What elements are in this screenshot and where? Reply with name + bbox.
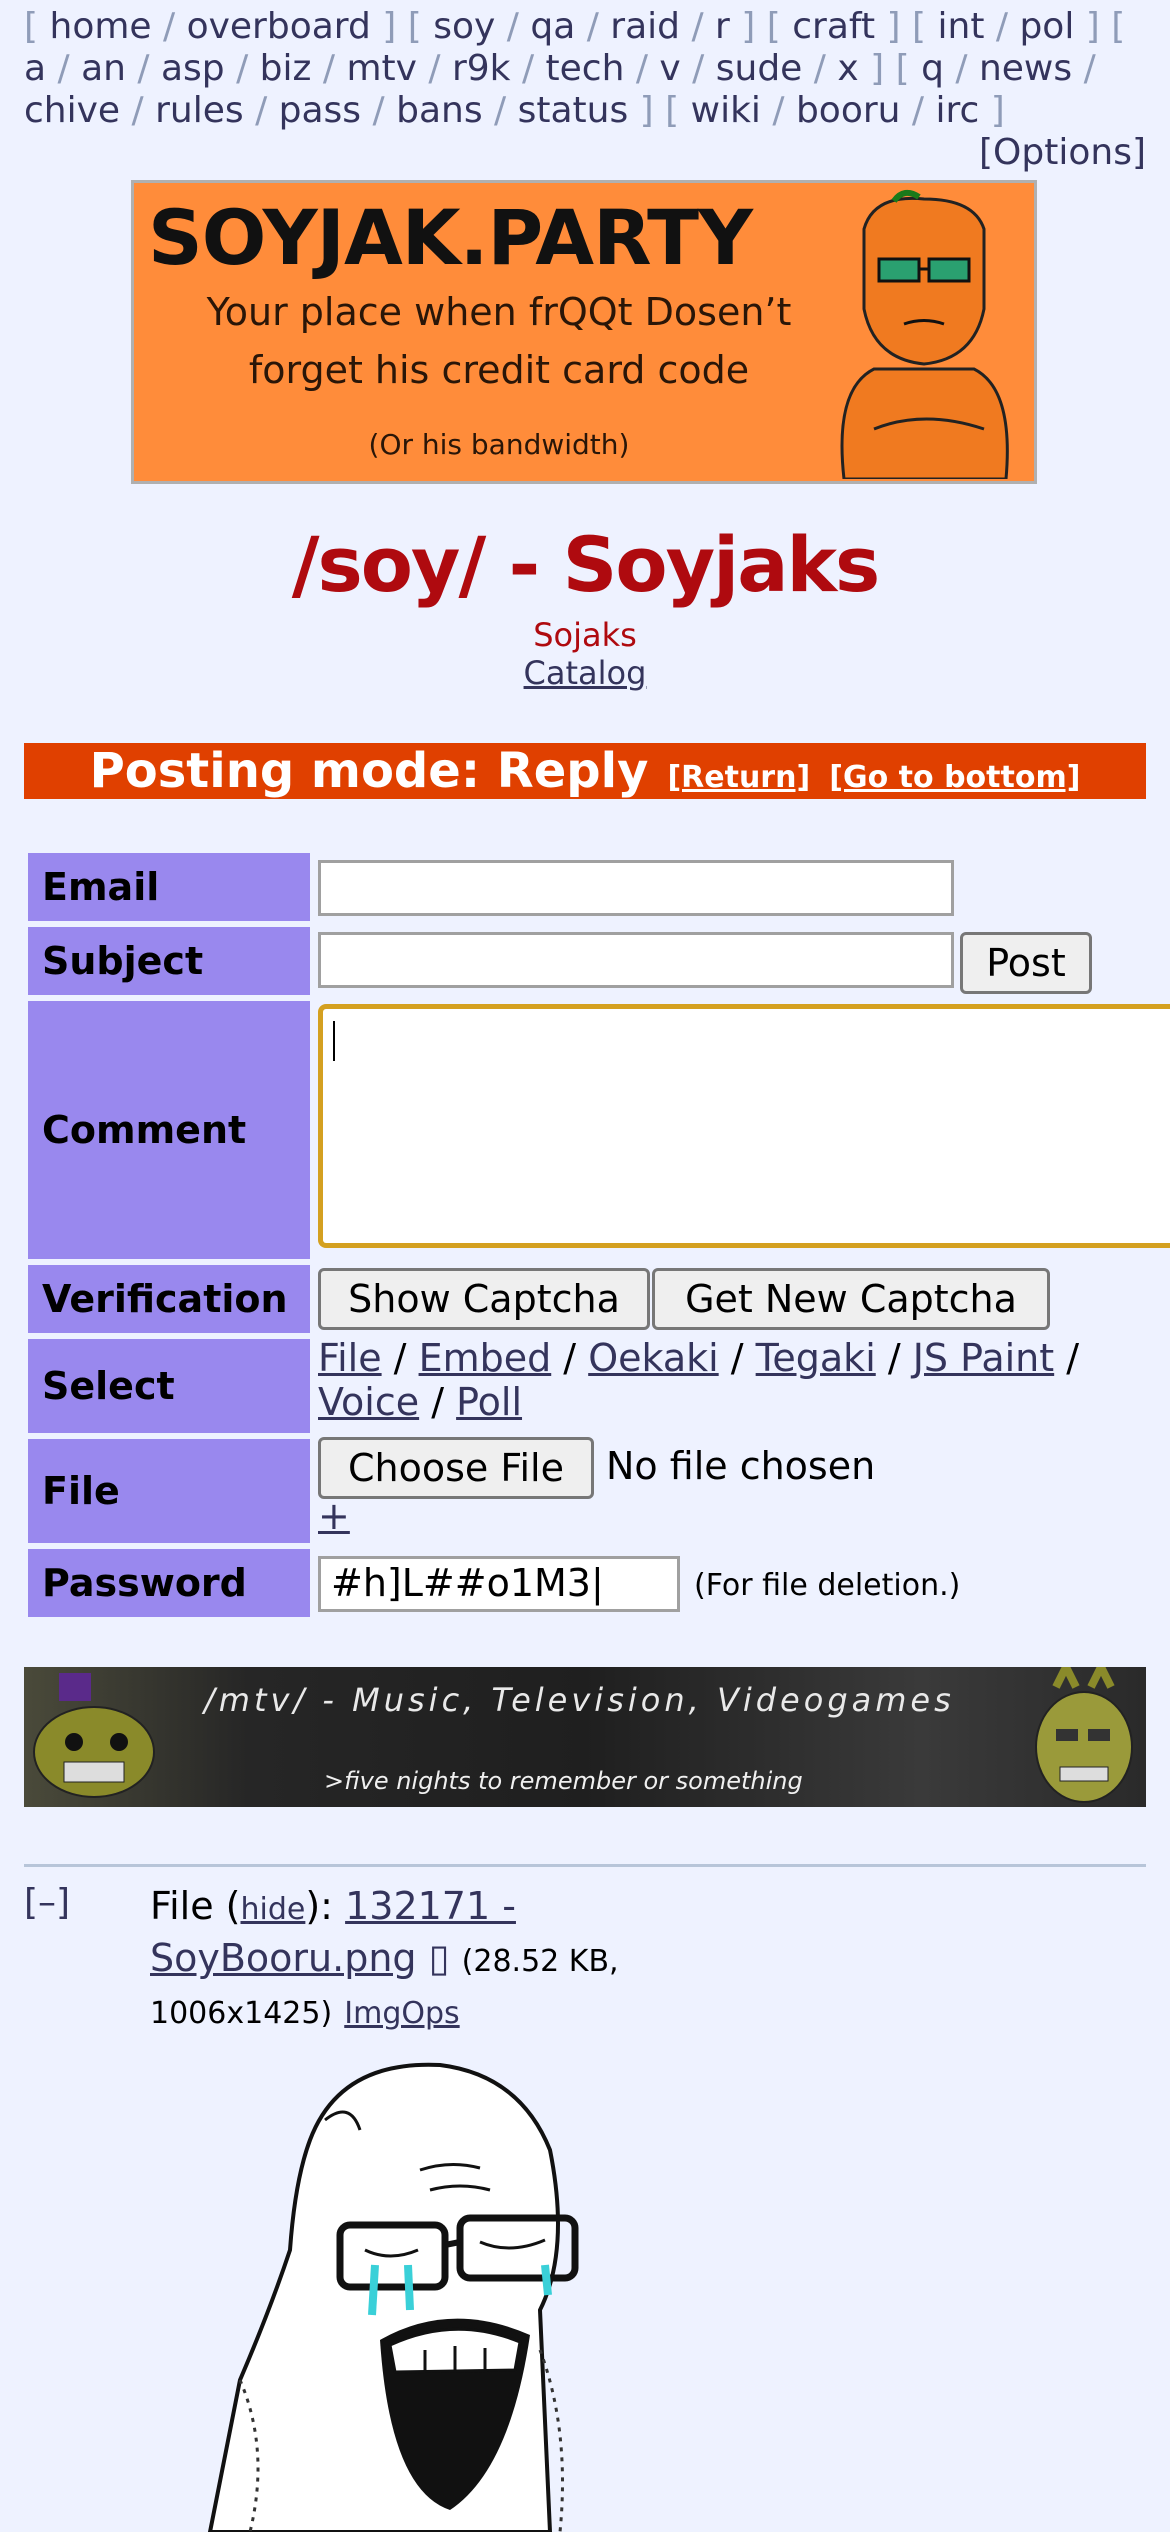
divider — [24, 1864, 1146, 1867]
nav-status[interactable]: status — [518, 90, 629, 131]
banner-tagline: Your place when frQQt Dosen’t forget his… — [134, 283, 864, 399]
nav-news[interactable]: news — [979, 48, 1072, 89]
nav-r9k[interactable]: r9k — [452, 48, 511, 89]
nav-a[interactable]: a — [24, 48, 46, 89]
banner-title: SOYJAK.PARTY — [148, 193, 753, 282]
nav-raid[interactable]: raid — [610, 6, 680, 47]
file-label: File — [28, 1439, 310, 1543]
nav-pol[interactable]: pol — [1019, 6, 1074, 47]
hide-post-toggle[interactable]: [–] — [24, 1882, 70, 1923]
nav-chive[interactable]: chive — [24, 90, 120, 131]
file-info-colon: ): — [305, 1884, 333, 1928]
choose-file-button[interactable]: Choose File — [318, 1437, 594, 1499]
text-cursor — [333, 1021, 335, 1061]
verification-label: Verification — [28, 1265, 310, 1333]
nav-int[interactable]: int — [938, 6, 985, 47]
nav-biz[interactable]: biz — [260, 48, 312, 89]
nav-soy[interactable]: soy — [433, 6, 495, 47]
nav-rules[interactable]: rules — [155, 90, 244, 131]
post-button[interactable]: Post — [960, 932, 1092, 994]
password-field[interactable]: #h]L##o1M3| — [318, 1556, 680, 1612]
nav-overboard[interactable]: overboard — [187, 6, 371, 47]
select-jspaint-link[interactable]: JS Paint — [913, 1336, 1054, 1380]
nav-sude[interactable]: sude — [716, 48, 803, 89]
banner-line-1: Your place when frQQt Dosen’t — [206, 290, 792, 334]
return-link[interactable]: [Return] — [667, 760, 810, 795]
file-info-prefix: File ( — [150, 1884, 241, 1928]
board-subtitle: Sojaks — [533, 616, 637, 654]
nav-craft[interactable]: craft — [792, 6, 875, 47]
subject-field[interactable] — [318, 932, 954, 988]
soyjak-post-image[interactable] — [150, 2050, 680, 2532]
file-open-icon[interactable]: ▯ — [429, 1936, 450, 1980]
board-title: /soy/ - Soyjaks — [291, 520, 881, 609]
nav-qa[interactable]: qa — [530, 6, 575, 47]
nav-irc[interactable]: irc — [936, 90, 980, 131]
get-new-captcha-button[interactable]: Get New Captcha — [652, 1268, 1050, 1330]
nav-asp[interactable]: asp — [161, 48, 225, 89]
email-field[interactable] — [318, 860, 954, 916]
site-banner[interactable]: SOYJAK.PARTY Your place when frQQt Dosen… — [131, 180, 1037, 484]
comment-label: Comment — [28, 1001, 310, 1259]
board-navigation: [ home / overboard ] [ soy / qa / raid /… — [24, 6, 1126, 131]
nav-home[interactable]: home — [50, 6, 152, 47]
select-oekaki-link[interactable]: Oekaki — [588, 1336, 718, 1380]
banner-line-2: forget his credit card code — [248, 348, 750, 392]
hide-file-link[interactable]: hide — [241, 1892, 306, 1927]
nav-q[interactable]: q — [921, 48, 944, 89]
soyjak-character-illustration — [840, 189, 1009, 479]
catalog-link[interactable]: Catalog — [0, 654, 1170, 692]
no-file-chosen-text: No file chosen — [606, 1444, 876, 1488]
comment-textarea[interactable] — [318, 1004, 1170, 1248]
select-embed-link[interactable]: Embed — [419, 1336, 552, 1380]
select-voice-link[interactable]: Voice — [318, 1380, 419, 1424]
posting-mode-title: Posting mode: Reply — [89, 743, 649, 799]
nav-wiki[interactable]: wiki — [691, 90, 761, 131]
select-file-link[interactable]: File — [318, 1336, 382, 1380]
go-to-bottom-link[interactable]: [Go to bottom] — [829, 760, 1080, 795]
animatronic-rabbit-image — [1035, 1667, 1133, 1803]
banner-footnote: (Or his bandwidth) — [368, 428, 630, 461]
board-ad-banner[interactable]: /mtv/ - Music, Television, Videogames >f… — [24, 1667, 1146, 1807]
nav-an[interactable]: an — [81, 48, 126, 89]
nav-booru[interactable]: booru — [796, 90, 901, 131]
nav-x[interactable]: x — [837, 48, 858, 89]
nav-pass[interactable]: pass — [279, 90, 361, 131]
imgops-link[interactable]: ImgOps — [344, 1996, 459, 2031]
add-file-plus-link[interactable]: + — [318, 1494, 350, 1538]
password-label: Password — [28, 1549, 310, 1617]
posting-mode-bar: Posting mode: Reply [Return] [Go to bott… — [24, 743, 1146, 799]
options-link[interactable]: [Options] — [979, 132, 1146, 173]
show-captcha-button[interactable]: Show Captcha — [318, 1268, 650, 1330]
nav-mtv[interactable]: mtv — [346, 48, 417, 89]
ad-banner-headline: /mtv/ - Music, Television, Videogames — [204, 1681, 955, 1719]
select-label: Select — [28, 1339, 310, 1433]
file-info: File (hide): 132171 - SoyBooru.png ▯ (28… — [150, 1882, 750, 2038]
nav-bans[interactable]: bans — [396, 90, 482, 131]
select-poll-link[interactable]: Poll — [456, 1380, 522, 1424]
subject-label: Subject — [28, 927, 310, 995]
select-tegaki-link[interactable]: Tegaki — [756, 1336, 876, 1380]
nav-r[interactable]: r — [715, 6, 730, 47]
ad-banner-caption: >five nights to remember or something — [324, 1767, 803, 1795]
password-note: (For file deletion.) — [694, 1568, 961, 1603]
animatronic-bear-image — [33, 1673, 155, 1798]
attachment-type-selector: File / Embed / Oekaki / Tegaki / JS Pain… — [318, 1336, 1080, 1424]
email-label: Email — [28, 853, 310, 921]
nav-v[interactable]: v — [659, 48, 680, 89]
nav-tech[interactable]: tech — [546, 48, 625, 89]
